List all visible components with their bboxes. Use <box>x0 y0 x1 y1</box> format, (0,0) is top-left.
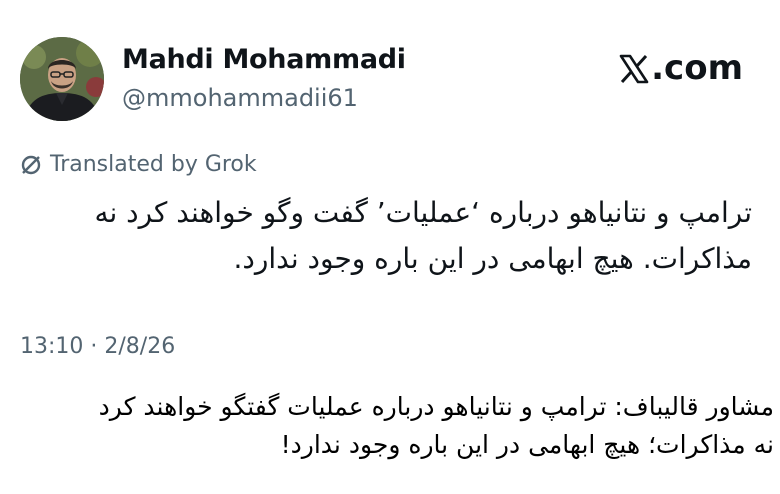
caption-line: مشاور قالیباف: ترامپ و نتانیاهو درباره ع… <box>98 392 774 421</box>
x-logo-icon <box>619 53 649 84</box>
tweet-text-line: ترامپ و نتانیاهو درباره ‘عملیات’ گفت وگو… <box>94 196 752 229</box>
translate-slash-icon <box>20 154 42 176</box>
tweet-timestamp[interactable]: 13:10 · 2/8/26 <box>20 334 175 359</box>
tweet-text: ترامپ و نتانیاهو درباره ‘عملیات’ گفت وگو… <box>22 190 752 282</box>
caption-text: مشاور قالیباف: ترامپ و نتانیاهو درباره ع… <box>6 388 774 464</box>
tweet-text-line: مذاکرات. هیچ ابهامی در این باره وجود ندا… <box>233 242 752 275</box>
x-com-brand: .com <box>619 48 743 88</box>
avatar-portrait-image <box>20 37 104 121</box>
screenshot-canvas: Mahdi Mohammadi @mmohammadii61 .com Tran… <box>0 0 780 494</box>
user-handle[interactable]: @mmohammadii61 <box>122 84 358 112</box>
translated-by-grok[interactable]: Translated by Grok <box>20 152 257 177</box>
brand-domain-label: .com <box>651 48 743 88</box>
caption-line: نه مذاکرات؛ هیچ ابهامی در این باره وجود … <box>280 430 774 459</box>
translated-label: Translated by Grok <box>50 152 257 177</box>
avatar[interactable] <box>20 37 104 121</box>
display-name[interactable]: Mahdi Mohammadi <box>122 44 406 75</box>
